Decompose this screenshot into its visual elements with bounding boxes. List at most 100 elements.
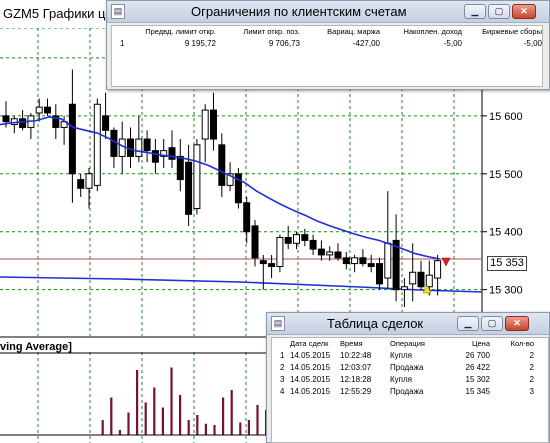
column-header[interactable]: Вариац. маржа bbox=[302, 26, 380, 38]
exchange-fees-value: -5,00 bbox=[523, 39, 542, 48]
volume-bar bbox=[204, 423, 207, 435]
deal-price: 15 302 bbox=[465, 375, 490, 384]
chart-title: GZM5 Графики це bbox=[0, 0, 106, 28]
volume-bar bbox=[161, 407, 164, 435]
row-number: 4 bbox=[280, 387, 285, 396]
column-header[interactable]: Время bbox=[340, 338, 363, 350]
deal-time: 12:03:07 bbox=[340, 363, 372, 372]
volume-bar bbox=[144, 402, 147, 435]
volume-bar bbox=[110, 397, 113, 435]
candle-body bbox=[68, 103, 76, 175]
candle-body bbox=[210, 109, 217, 140]
column-header[interactable]: Операция bbox=[390, 338, 425, 350]
column-header[interactable]: Кол-во bbox=[500, 338, 534, 350]
limits-window[interactable]: ▤ Ограничения по клиентским счетам ▁ ▢ ✕… bbox=[106, 0, 550, 90]
column-header[interactable]: Цена bbox=[440, 338, 490, 350]
candle-body bbox=[151, 150, 159, 163]
price-tick-label: 15 500 bbox=[489, 169, 523, 181]
price-tick-label: 15 400 bbox=[489, 227, 523, 239]
candle-body bbox=[243, 202, 251, 233]
candle-body bbox=[218, 144, 226, 186]
candle-body bbox=[93, 103, 101, 186]
maximize-icon[interactable]: ▢ bbox=[488, 4, 510, 19]
deal-price: 26 422 bbox=[465, 363, 490, 372]
deal-date: 14.05.2015 bbox=[290, 387, 331, 396]
candle-body bbox=[259, 260, 267, 265]
volume-bar bbox=[222, 397, 225, 435]
prelim-limit-value: 9 195,72 bbox=[184, 39, 216, 48]
minimize-icon[interactable]: ▁ bbox=[464, 4, 486, 19]
limits-window-titlebar[interactable]: ▤ Ограничения по клиентским счетам ▁ ▢ ✕ bbox=[107, 1, 549, 23]
row-number: 3 bbox=[280, 375, 285, 384]
deal-operation: Продажа bbox=[390, 387, 424, 396]
close-icon[interactable]: ✕ bbox=[505, 316, 529, 331]
candle-body bbox=[376, 263, 383, 285]
candle-body bbox=[118, 138, 126, 157]
volume-bar bbox=[118, 430, 121, 435]
volume-bar bbox=[256, 405, 259, 435]
candle-body bbox=[317, 248, 325, 256]
candle-body bbox=[19, 118, 27, 128]
minimize-icon[interactable]: ▁ bbox=[457, 316, 479, 331]
volume-bar bbox=[187, 420, 190, 435]
deal-operation: Купля bbox=[390, 375, 412, 384]
candle-body bbox=[342, 257, 350, 265]
candle-body bbox=[2, 115, 10, 123]
candle-body bbox=[293, 234, 300, 244]
candle-body bbox=[367, 263, 375, 267]
candle-body bbox=[351, 257, 359, 265]
deal-time: 12:18:28 bbox=[340, 375, 372, 384]
candle-body bbox=[384, 242, 392, 279]
column-header[interactable]: Дата сделк bbox=[290, 338, 328, 350]
column-header[interactable]: Лимит откр. поз. bbox=[218, 26, 300, 38]
deal-time: 12:55:29 bbox=[340, 387, 372, 396]
column-header[interactable]: Предвд. лимит откр. bbox=[130, 26, 216, 38]
candle-body bbox=[284, 237, 292, 244]
deal-price: 15 345 bbox=[465, 387, 490, 396]
volume-bar bbox=[239, 422, 242, 435]
deal-date: 14.05.2015 bbox=[290, 363, 331, 372]
column-header[interactable]: Накоплен. доход bbox=[382, 26, 462, 38]
price-tick-label: 15 300 bbox=[489, 285, 523, 297]
deal-quantity: 2 bbox=[529, 363, 534, 372]
volume-bar bbox=[136, 370, 139, 435]
candle-body bbox=[201, 109, 209, 140]
volume-bar bbox=[196, 415, 199, 435]
candle-body bbox=[409, 271, 417, 285]
column-header[interactable]: Биржевые сборы bbox=[464, 26, 542, 38]
current-price-badge: 15 353 bbox=[487, 256, 527, 271]
candle-body bbox=[417, 271, 425, 288]
candle-body bbox=[268, 263, 276, 267]
deal-operation: Купля bbox=[390, 351, 412, 360]
candle-body bbox=[359, 257, 367, 265]
candle-body bbox=[334, 251, 342, 259]
volume-bar bbox=[170, 367, 173, 435]
candle-body bbox=[44, 106, 51, 114]
limits-window-title: Ограничения по клиентским счетам bbox=[191, 4, 407, 19]
maximize-icon[interactable]: ▢ bbox=[481, 316, 503, 331]
candle-body bbox=[135, 138, 143, 157]
volume-bar bbox=[230, 390, 233, 435]
deals-window-titlebar[interactable]: ▤ Таблица сделок ▁ ▢ ✕ bbox=[267, 313, 549, 335]
row-number: 2 bbox=[280, 363, 285, 372]
price-tick-label: 15 600 bbox=[489, 111, 523, 123]
candle-body bbox=[276, 237, 284, 267]
deal-quantity: 2 bbox=[529, 351, 534, 360]
table-icon: ▤ bbox=[271, 316, 285, 331]
close-icon[interactable]: ✕ bbox=[512, 4, 536, 19]
limits-table[interactable]: Предвд. лимит откр. Лимит откр. поз. Вар… bbox=[111, 25, 543, 87]
volume-bar bbox=[247, 420, 250, 435]
candle-body bbox=[35, 106, 43, 114]
candle-body bbox=[251, 225, 259, 259]
candle-body bbox=[102, 115, 110, 131]
candle-body bbox=[110, 129, 118, 157]
deal-operation: Продажа bbox=[390, 363, 424, 372]
position-limit-value: 9 706,73 bbox=[268, 39, 300, 48]
row-number: 1 bbox=[120, 39, 125, 48]
candle-body bbox=[176, 155, 184, 181]
candle-body bbox=[326, 251, 334, 256]
deals-table[interactable]: Дата сделк Время Операция Цена Кол-во 11… bbox=[271, 337, 549, 443]
deals-window[interactable]: ▤ Таблица сделок ▁ ▢ ✕ Дата сделк Время … bbox=[266, 312, 550, 443]
candle-body bbox=[143, 138, 151, 152]
table-icon: ▤ bbox=[111, 4, 125, 19]
